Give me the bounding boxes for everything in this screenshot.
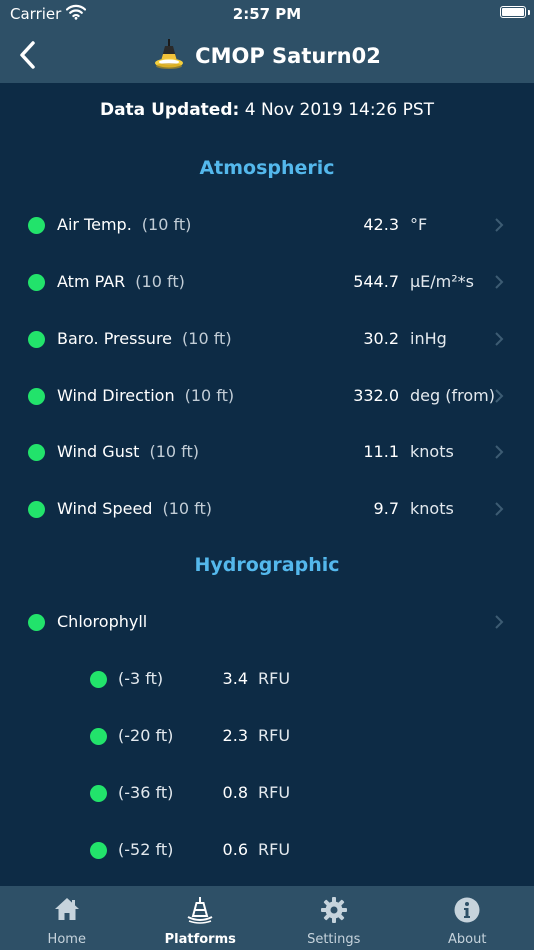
sensor-value: 42.3 [363,215,399,234]
sensor-unit: deg (from) [410,386,495,405]
data-updated: Data Updated: 4 Nov 2019 14:26 PST [0,100,534,120]
sensor-row-atm-par[interactable]: Atm PAR (10 ft) 544.7 µE/m²*s [0,262,534,302]
sensor-row-wind-gust[interactable]: Wind Gust (10 ft) 11.1 knots [0,432,534,472]
sensor-value: 544.7 [353,272,399,291]
sensor-value: 30.2 [363,329,399,348]
gear-icon [320,896,348,928]
sensor-value: 3.4 [222,669,248,688]
sensor-depth: (-20 ft) [118,726,174,745]
sensor-subrow: (-20 ft) 2.3 RFU [0,716,534,756]
chevron-right-icon [494,501,504,521]
sensor-unit: inHg [410,329,447,348]
sensor-unit: RFU [258,840,291,859]
chevron-right-icon [494,331,504,351]
sensor-unit: °F [410,215,428,234]
sensor-value: 2.3 [222,726,248,745]
tab-settings[interactable]: Settings [267,886,401,950]
status-dot [28,614,45,631]
sensor-value: 332.0 [353,386,399,405]
status-dot [28,501,45,518]
battery-tip [528,10,530,15]
sensor-row-chlorophyll[interactable]: Chlorophyll [0,602,534,642]
sensor-depth: (-36 ft) [118,783,174,802]
chevron-right-icon [494,274,504,294]
clock: 2:57 PM [232,5,302,23]
status-dot [28,331,45,348]
data-updated-label: Data Updated: [99,100,240,120]
buoy-icon [153,37,185,75]
sensor-unit: µE/m²*s [410,272,475,291]
status-dot [90,842,107,859]
chevron-right-icon [494,388,504,408]
chevron-right-icon [494,614,504,634]
status-dot [90,671,107,688]
page-title: CMOP Saturn02 [195,43,381,68]
sensor-subrow: (-3 ft) 3.4 RFU [0,659,534,699]
sensor-unit: knots [410,442,454,461]
sensor-value: 0.6 [222,840,248,859]
sensor-depth: (10 ft) [182,329,232,348]
sensor-depth: (10 ft) [162,499,213,518]
status-dot [28,444,45,461]
sensor-name: Air Temp. (10 ft) [57,215,192,234]
tab-label: Home [47,932,86,947]
info-icon [453,896,481,928]
sensor-row-baro-pressure[interactable]: Baro. Pressure (10 ft) 30.2 inHg [0,319,534,359]
sensor-depth: (10 ft) [149,442,200,461]
sensor-depth: (10 ft) [141,215,192,234]
sensor-name: Wind Speed (10 ft) [57,499,213,518]
chevron-right-icon [494,217,504,237]
tab-platforms[interactable]: Platforms [134,886,268,950]
sensor-unit: RFU [258,669,291,688]
tab-label: About [448,932,487,947]
sensor-name: Wind Gust (10 ft) [57,442,200,461]
section-header-atmospheric: Atmospheric [199,157,335,179]
home-icon [53,896,81,926]
sensor-value: 0.8 [222,783,248,802]
status-dot [90,785,107,802]
nav-title-group: CMOP Saturn02 [0,28,534,83]
sensor-unit: knots [410,499,454,518]
sensor-subrow: (-36 ft) 0.8 RFU [0,773,534,813]
sensor-value: 9.7 [373,499,399,518]
sensor-depth: (10 ft) [135,272,185,291]
section-header-hydrographic: Hydrographic [194,554,340,576]
sensor-row-wind-speed[interactable]: Wind Speed (10 ft) 9.7 knots [0,489,534,529]
sensor-depth: (10 ft) [184,386,235,405]
navigation-bar: CMOP Saturn02 [0,28,534,83]
battery-icon [500,6,526,18]
sensor-depth: (-52 ft) [118,840,174,859]
status-dot [90,728,107,745]
sensor-row-wind-direction[interactable]: Wind Direction (10 ft) 332.0 deg (from) [0,376,534,416]
sensor-subrow: (-52 ft) 0.6 RFU [0,830,534,870]
status-dot [28,388,45,405]
sensor-depth: (-3 ft) [118,669,164,688]
tab-bar: Home Platforms Settings About [0,886,534,950]
sensor-unit: RFU [258,783,291,802]
sensor-name: Wind Direction (10 ft) [57,386,235,405]
tab-about[interactable]: About [401,886,534,950]
tab-label: Settings [307,932,361,947]
sensor-value: 11.1 [363,442,399,461]
sensor-unit: RFU [258,726,291,745]
sensor-name: Chlorophyll [57,612,148,631]
buoy-icon [186,896,214,928]
tab-label: Platforms [164,932,236,947]
data-updated-value: 4 Nov 2019 14:26 PST [244,100,435,120]
status-bar: Carrier 2:57 PM [0,0,534,28]
sensor-name: Baro. Pressure (10 ft) [57,329,232,348]
status-dot [28,217,45,234]
sensor-row-air-temp[interactable]: Air Temp. (10 ft) 42.3 °F [0,205,534,245]
status-dot [28,274,45,291]
sensor-name: Atm PAR (10 ft) [57,272,185,291]
chevron-right-icon [494,444,504,464]
tab-home[interactable]: Home [0,886,134,950]
